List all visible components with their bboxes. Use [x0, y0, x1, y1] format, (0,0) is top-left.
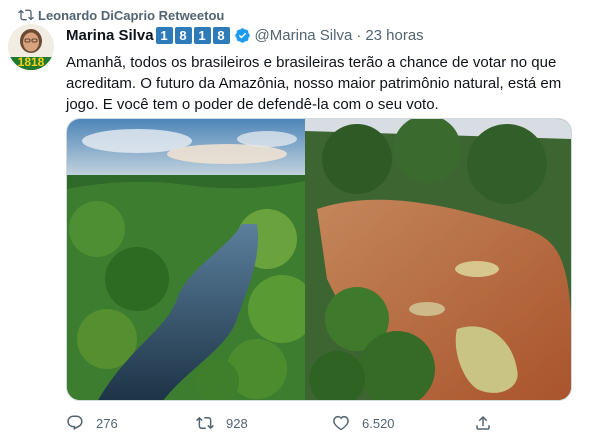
- retweet-icon: [196, 416, 214, 430]
- number-badge: 8: [174, 27, 192, 44]
- tweet-media[interactable]: [66, 118, 572, 401]
- reply-count: 276: [96, 415, 118, 431]
- retweet-count: 928: [226, 415, 248, 431]
- like-button[interactable]: 6.520: [332, 414, 395, 432]
- avatar-badge: 1818: [17, 55, 45, 69]
- tweet-actions: 276 928 6.520: [66, 414, 496, 434]
- number-badge: 1: [155, 27, 173, 44]
- media-image: [67, 119, 571, 400]
- reply-button[interactable]: 276: [66, 414, 118, 432]
- retweet-label: Leonardo DiCaprio Retweetou: [38, 7, 225, 23]
- like-count: 6.520: [362, 415, 395, 431]
- reply-icon: [67, 415, 83, 430]
- share-button[interactable]: [474, 414, 492, 432]
- number-badge: 1: [193, 27, 211, 44]
- tweet-text: Amanhã, todos os brasileiros e brasileir…: [66, 54, 562, 113]
- retweet-context[interactable]: Leonardo DiCaprio Retweetou: [18, 6, 225, 24]
- tweet[interactable]: Leonardo DiCaprio Retweetou 1818 Marina …: [0, 0, 596, 440]
- author-name[interactable]: Marina Silva: [66, 27, 154, 44]
- timestamp[interactable]: 23 horas: [365, 27, 423, 44]
- author-handle[interactable]: @Marina Silva: [255, 27, 353, 44]
- verified-icon: [234, 28, 250, 43]
- retweet-icon: [18, 9, 34, 21]
- like-icon: [333, 415, 349, 431]
- number-badge: 8: [212, 27, 230, 44]
- avatar[interactable]: 1818: [8, 24, 54, 70]
- share-icon: [476, 415, 490, 430]
- separator-dot: ·: [356, 27, 362, 44]
- retweet-button[interactable]: 928: [196, 414, 248, 432]
- tweet-header: Marina Silva 1 8 1 8 @Marina Silva · 23 …: [66, 27, 424, 44]
